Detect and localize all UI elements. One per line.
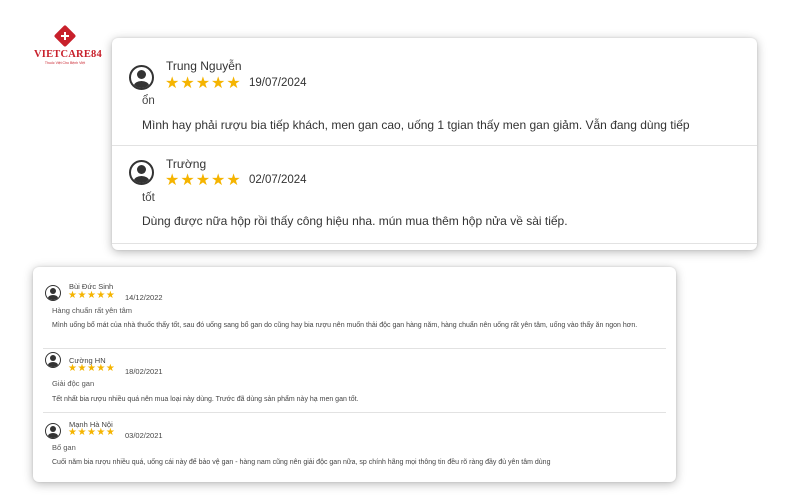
star-icon: ★ [86,363,97,374]
review-card-bottom: Bùi Đức Sinh ★★★★★ 14/12/2022 Hàng chuẩn… [33,267,676,482]
review-author: Trung Nguyễn [166,59,242,73]
star-icon: ★ [211,172,227,189]
review-divider [112,145,757,146]
star-icon: ★ [226,75,242,92]
rating-stars: ★★★★★ [68,290,115,301]
user-avatar-icon [45,352,61,368]
rating-stars: ★★★★★ [165,170,242,190]
review-text: Mình uống bổ mát của nhà thuốc thấy tốt,… [52,322,638,329]
review-title: Bổ gan [52,443,76,452]
review-date: 14/12/2022 [125,293,163,302]
rating-stars: ★★★★★ [68,363,115,374]
star-icon: ★ [77,427,87,438]
review-card-top: Trung Nguyễn ★★★★★ 19/07/2024 ổn Mình ha… [112,38,757,250]
star-icon: ★ [96,290,106,301]
star-icon: ★ [96,427,106,438]
medical-cross-icon [53,24,77,48]
review-date: 03/02/2021 [125,431,163,440]
brand-logo: VIETCARE84 Thuốc Việt Cho Bệnh Việt [34,24,102,68]
review-divider [43,412,666,413]
star-icon: ★ [96,363,106,374]
review-divider [112,243,757,244]
brand-tagline: Thuốc Việt Cho Bệnh Việt [44,61,86,65]
brand-name: VIETCARE84 [34,49,102,60]
star-icon: ★ [195,172,212,189]
star-icon: ★ [195,75,212,92]
star-icon: ★ [68,363,78,374]
star-icon: ★ [165,75,181,92]
star-icon: ★ [105,363,116,374]
star-icon: ★ [211,75,227,92]
review-text: Tết nhất bia rượu nhiều quá nên mua loại… [52,396,359,403]
star-icon: ★ [226,172,242,189]
user-avatar-icon [45,285,61,301]
star-icon: ★ [180,75,196,92]
review-date: 02/07/2024 [249,174,307,186]
star-icon: ★ [165,172,181,189]
review-title: ổn [142,95,155,107]
star-icon: ★ [105,290,116,301]
star-icon: ★ [105,427,116,438]
review-date: 19/07/2024 [249,77,307,89]
star-icon: ★ [86,290,97,301]
user-avatar-icon [129,160,154,185]
review-title: tốt [142,192,155,204]
review-date: 18/02/2021 [125,367,163,376]
star-icon: ★ [68,427,78,438]
review-title: Hàng chuẩn rất yên tâm [52,306,133,315]
user-avatar-icon [129,65,154,90]
review-text: Dùng được nữa hộp rồi thấy công hiệu nha… [142,214,568,228]
rating-stars: ★★★★★ [68,427,115,438]
star-icon: ★ [180,172,196,189]
review-divider [43,348,666,349]
review-text: Mình hay phải rượu bia tiếp khách, men g… [142,118,690,132]
user-avatar-icon [45,423,61,439]
star-icon: ★ [68,290,78,301]
star-icon: ★ [77,290,87,301]
rating-stars: ★★★★★ [165,73,242,93]
star-icon: ★ [86,427,97,438]
review-title: Giải độc gan [52,379,95,388]
review-text: Cuối năm bia rượu nhiều quá, uống cái nà… [52,459,551,466]
star-icon: ★ [77,363,87,374]
review-author: Trường [166,157,207,171]
